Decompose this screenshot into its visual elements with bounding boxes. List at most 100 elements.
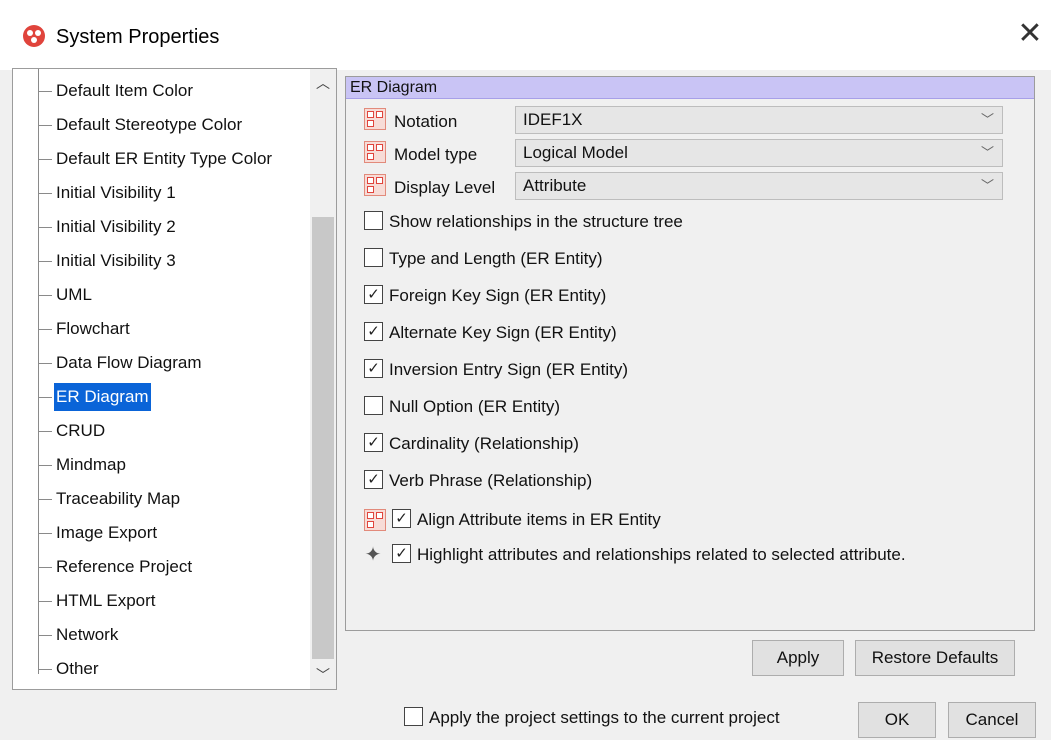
option-checkbox[interactable]: ✓ Inversion Entry Sign (ER Entity): [364, 357, 628, 383]
checkbox-box[interactable]: [364, 248, 383, 268]
tree-item[interactable]: Mindmap: [39, 451, 128, 479]
panel-header: ER Diagram: [346, 77, 1034, 99]
checkbox-label: Foreign Key Sign (ER Entity): [389, 286, 607, 305]
window-title: System Properties: [56, 26, 220, 48]
checkbox-box[interactable]: ✓: [364, 470, 383, 490]
tree-item[interactable]: HTML Export: [39, 587, 158, 615]
tree-item-label: UML: [56, 285, 92, 304]
align-attribute-checkbox[interactable]: ✓ Align Attribute items in ER Entity: [392, 507, 661, 533]
scrollbar-thumb[interactable]: [312, 217, 334, 659]
system-properties-dialog: System Properties ✕ Default Item Color De…: [0, 0, 1051, 740]
tree-branch-line: [39, 261, 52, 263]
tree-branch-line: [39, 295, 52, 297]
checkbox-box[interactable]: ✓: [392, 544, 411, 564]
checkbox-box[interactable]: ✓: [364, 433, 383, 453]
option-checkbox[interactable]: ✓ Cardinality (Relationship): [364, 431, 579, 457]
tree-item[interactable]: Initial Visibility 1: [39, 179, 178, 207]
tree-branch-line: [39, 159, 52, 161]
tree-item-label: Data Flow Diagram: [56, 353, 202, 372]
tree-item-label: Default Stereotype Color: [56, 115, 243, 134]
tree-branch-line: [39, 669, 52, 671]
ok-button[interactable]: OK: [858, 702, 936, 738]
tree-item-label: Mindmap: [56, 455, 126, 474]
checkbox-box[interactable]: ✓: [364, 359, 383, 379]
tree-item-label: Default Item Color: [56, 81, 193, 100]
apply-button[interactable]: Apply: [752, 640, 844, 676]
scroll-down-icon[interactable]: ﹀: [310, 663, 336, 687]
checkbox-box[interactable]: [404, 707, 423, 727]
option-checkbox[interactable]: Type and Length (ER Entity): [364, 246, 603, 272]
er-setting-icon: [364, 141, 386, 163]
tree-item[interactable]: Image Export: [39, 519, 159, 547]
title-bar: System Properties ✕: [0, 0, 1051, 70]
tree-item[interactable]: Traceability Map: [39, 485, 182, 513]
checkbox-label: Apply the project settings to the curren…: [429, 708, 780, 727]
tree-item-label: Network: [56, 625, 119, 644]
tree-branch-line: [39, 329, 52, 331]
tree-item-label: Flowchart: [56, 319, 130, 338]
close-icon[interactable]: ✕: [1010, 14, 1050, 54]
tree-branch-line: [39, 533, 52, 535]
tree-item-label: Default ER Entity Type Color: [56, 149, 273, 168]
tree-item[interactable]: Initial Visibility 2: [39, 213, 178, 241]
er-setting-icon: [364, 174, 386, 196]
category-tree[interactable]: Default Item Color Default Stereotype Col…: [12, 68, 337, 690]
tree-item[interactable]: Flowchart: [39, 315, 132, 343]
er-setting-icon: [364, 509, 386, 531]
option-checkbox[interactable]: Show relationships in the structure tree: [364, 209, 683, 235]
restore-defaults-button[interactable]: Restore Defaults: [855, 640, 1015, 676]
tree-item[interactable]: Data Flow Diagram: [39, 349, 204, 377]
tree-branch-line: [39, 567, 52, 569]
checkbox-label: Type and Length (ER Entity): [389, 249, 603, 268]
tree-item[interactable]: Default Item Color: [39, 77, 195, 105]
model-type-value: Logical Model: [523, 143, 628, 162]
tree-branch-line: [39, 635, 52, 637]
tree-item-label: Initial Visibility 3: [56, 251, 176, 270]
tree-item-label: ER Diagram: [54, 383, 151, 411]
display-level-select[interactable]: Attribute ﹀: [515, 172, 1003, 200]
er-setting-icon: [364, 108, 386, 130]
sparkle-icon: ✦: [364, 544, 382, 566]
model-type-select[interactable]: Logical Model ﹀: [515, 139, 1003, 167]
checkbox-label: Cardinality (Relationship): [389, 434, 579, 453]
checkbox-box[interactable]: ✓: [364, 322, 383, 342]
tree-item[interactable]: Reference Project: [39, 553, 194, 581]
dialog-footer: Apply the project settings to the curren…: [0, 690, 1051, 740]
tree-item-label: Initial Visibility 2: [56, 217, 176, 236]
notation-select[interactable]: IDEF1X ﹀: [515, 106, 1003, 134]
option-checkbox[interactable]: ✓ Verb Phrase (Relationship): [364, 468, 592, 494]
apply-project-settings-checkbox[interactable]: Apply the project settings to the curren…: [404, 705, 780, 731]
tree-item[interactable]: Default ER Entity Type Color: [39, 145, 274, 173]
checkbox-box[interactable]: [364, 396, 383, 416]
tree-item-label: Other: [56, 659, 99, 678]
chevron-down-icon: ﹀: [980, 112, 994, 127]
option-checkbox[interactable]: ✓ Foreign Key Sign (ER Entity): [364, 283, 606, 309]
option-checkbox[interactable]: ✓ Alternate Key Sign (ER Entity): [364, 320, 617, 346]
tree-branch-line: [39, 363, 52, 365]
er-diagram-settings-panel: ER Diagram Notation IDEF1X ﹀ Model type …: [345, 76, 1035, 631]
tree-branch-line: [39, 465, 52, 467]
option-checkbox[interactable]: Null Option (ER Entity): [364, 394, 560, 420]
tree-scrollbar[interactable]: ︿ ﹀: [310, 69, 336, 689]
chevron-down-icon: ﹀: [980, 145, 994, 160]
tree-item[interactable]: ER Diagram: [39, 383, 151, 411]
checkbox-box[interactable]: [364, 211, 383, 231]
checkbox-label: Null Option (ER Entity): [389, 397, 560, 416]
scroll-up-icon[interactable]: ︿: [310, 71, 336, 95]
highlight-attributes-checkbox[interactable]: ✓ Highlight attributes and relationships …: [392, 542, 906, 568]
tree-item[interactable]: Other: [39, 655, 101, 683]
checkbox-box[interactable]: ✓: [364, 285, 383, 305]
tree-item[interactable]: CRUD: [39, 417, 107, 445]
checkbox-label: Highlight attributes and relationships r…: [417, 545, 906, 564]
tree-item[interactable]: Initial Visibility 3: [39, 247, 178, 275]
tree-branch-line: [39, 499, 52, 501]
tree-item-label: HTML Export: [56, 591, 156, 610]
cancel-button[interactable]: Cancel: [948, 702, 1036, 738]
tree-item-label: CRUD: [56, 421, 106, 440]
tree-item[interactable]: UML: [39, 281, 94, 309]
tree-item-label: Reference Project: [56, 557, 193, 576]
checkbox-box[interactable]: ✓: [392, 509, 411, 529]
tree-item[interactable]: Network: [39, 621, 120, 649]
checkbox-label: Verb Phrase (Relationship): [389, 471, 593, 490]
tree-item[interactable]: Default Stereotype Color: [39, 111, 244, 139]
